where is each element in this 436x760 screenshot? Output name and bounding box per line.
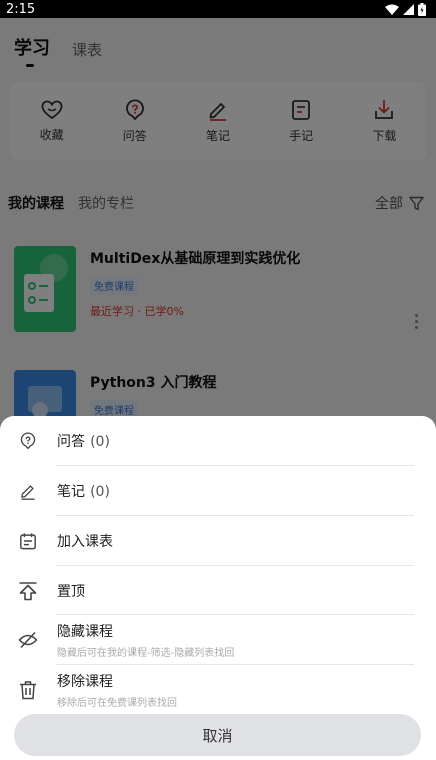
sheet-item-label: 移除课程	[57, 673, 113, 690]
status-time: 2:15	[6, 1, 36, 17]
sheet-item-add-schedule-text: 加入课表	[57, 531, 113, 551]
sheet-item-remove-course-text: 移除课程 移除后可在免费课列表找回	[57, 671, 177, 709]
sheet-item-count: (0)	[90, 483, 110, 500]
status-bar: 2:15	[0, 0, 436, 18]
sheet-item-qa[interactable]: 问答 (0)	[0, 416, 436, 465]
sheet-item-label: 笔记	[57, 483, 85, 500]
sheet-item-qa-text: 问答 (0)	[57, 431, 110, 451]
status-icons	[385, 2, 426, 16]
signal-icon	[403, 3, 414, 15]
sheet-item-hide-course[interactable]: 隐藏课程 隐藏后可在我的课程-筛选-隐藏列表找回	[0, 615, 436, 664]
sheet-item-add-schedule[interactable]: 加入课表	[0, 516, 436, 565]
pin-top-icon	[18, 581, 38, 601]
eye-off-icon	[18, 630, 38, 650]
sheet-item-label: 置顶	[57, 583, 85, 600]
sheet-item-notes[interactable]: 笔记 (0)	[0, 466, 436, 515]
sheet-item-label: 问答	[57, 433, 85, 450]
wifi-icon	[385, 4, 399, 15]
sheet-item-label: 加入课表	[57, 533, 113, 550]
cancel-button[interactable]: 取消	[14, 714, 421, 756]
sheet-item-pin-top[interactable]: 置顶	[0, 566, 436, 615]
pen-icon	[18, 481, 38, 501]
question-icon	[18, 431, 38, 451]
trash-icon	[18, 680, 38, 700]
sheet-item-pin-top-text: 置顶	[57, 581, 85, 601]
sheet-item-subtitle: 移除后可在免费课列表找回	[57, 697, 177, 709]
sheet-item-label: 隐藏课程	[57, 623, 113, 640]
course-action-sheet: 问答 (0) 笔记 (0) 加入课表 置顶 隐藏课程 隐藏后可在我的课程-筛选-…	[0, 416, 436, 760]
sheet-item-subtitle: 隐藏后可在我的课程-筛选-隐藏列表找回	[57, 647, 235, 659]
sheet-item-remove-course[interactable]: 移除课程 移除后可在免费课列表找回	[0, 665, 436, 714]
sheet-item-count: (0)	[90, 433, 110, 450]
sheet-item-hide-course-text: 隐藏课程 隐藏后可在我的课程-筛选-隐藏列表找回	[57, 621, 234, 659]
battery-icon	[418, 2, 426, 16]
sheet-item-notes-text: 笔记 (0)	[57, 481, 110, 501]
calendar-icon	[18, 531, 38, 551]
